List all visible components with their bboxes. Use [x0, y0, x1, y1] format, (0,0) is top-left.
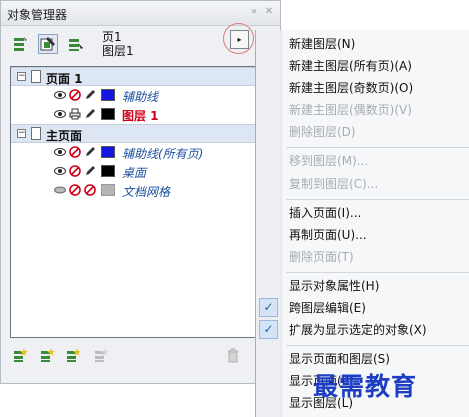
pencil-icon[interactable] [84, 146, 96, 158]
pencil-icon[interactable] [84, 108, 96, 120]
menu-item-delete-layer[interactable]: 删除图层(D) [289, 123, 466, 141]
eye-icon[interactable] [54, 165, 66, 177]
docker-bottom-toolbar [1, 345, 280, 367]
menu-separator [286, 345, 469, 346]
layer-manager-view-icon[interactable] [65, 34, 85, 54]
printer-icon[interactable] [69, 108, 81, 120]
close-docker-icon[interactable]: ✕ [263, 6, 275, 17]
layer-name: 图层 1 [122, 109, 159, 123]
flyout-context-menu: 新建图层(N) 新建主图层(所有页)(A) 新建主图层(奇数页)(O) 新建主图… [255, 30, 469, 417]
pencil-icon[interactable] [84, 165, 96, 177]
current-page-info: 页1 图层1 [102, 30, 134, 58]
show-object-properties-icon[interactable] [10, 34, 30, 54]
layer-color-swatch[interactable] [101, 146, 115, 158]
layer-name: 辅助线 [122, 90, 159, 104]
menu-item-new-layer[interactable]: 新建图层(N) [289, 35, 466, 53]
page-icon [31, 70, 41, 83]
eye-icon[interactable] [54, 146, 66, 158]
tree-layer-row[interactable]: 文档网格 [11, 181, 265, 200]
new-master-layer-odd-icon[interactable] [65, 347, 81, 363]
menu-icon-gutter [256, 30, 282, 417]
current-layer-label: 图层1 [102, 44, 134, 58]
docker-title: 对象管理器 [7, 8, 68, 22]
pencil-icon[interactable] [84, 89, 96, 101]
checkmark-icon: ✓ [259, 298, 278, 317]
menu-item-copy-to-layer[interactable]: 复制到图层(C)... [289, 175, 466, 193]
current-page-label: 页1 [102, 30, 122, 44]
tree-page-row[interactable]: − 主页面 [11, 124, 265, 143]
menu-separator [286, 199, 469, 200]
delete-layer-icon[interactable] [225, 347, 241, 363]
tree-layer-row[interactable]: 辅助线(所有页) [11, 143, 265, 162]
print-disabled-icon[interactable] [69, 165, 81, 177]
layer-color-swatch[interactable] [101, 89, 115, 101]
layer-color-swatch[interactable] [101, 165, 115, 177]
menu-item-show-pages-and-layers[interactable]: 显示页面和图层(S) [289, 350, 466, 368]
eye-closed-icon[interactable] [54, 184, 66, 196]
cross-layer-edit-icon[interactable] [38, 34, 58, 54]
collapse-icon[interactable]: − [17, 129, 26, 138]
eye-icon[interactable] [54, 89, 66, 101]
menu-item-new-master-layer-even[interactable]: 新建主图层(偶数页)(V) [289, 101, 466, 119]
menu-item-new-master-layer-odd[interactable]: 新建主图层(奇数页)(O) [289, 79, 466, 97]
menu-separator [286, 147, 469, 148]
page-icon [31, 127, 41, 140]
layer-name: 文档网格 [122, 185, 171, 199]
new-layer-icon[interactable] [12, 347, 28, 363]
menu-item-new-master-layer-all[interactable]: 新建主图层(所有页)(A) [289, 57, 466, 75]
new-master-layer-icon[interactable] [39, 347, 55, 363]
layer-name: 桌面 [122, 166, 147, 180]
collapse-docker-icon[interactable]: » [248, 6, 260, 17]
layer-name: 辅助线(所有页) [122, 147, 204, 161]
collapse-icon[interactable]: − [17, 72, 26, 81]
print-disabled-icon[interactable] [69, 89, 81, 101]
page-label: 页面 1 [46, 72, 83, 86]
tree-page-row[interactable]: − 页面 1 [11, 67, 265, 86]
tree-layer-row[interactable]: 桌面 [11, 162, 265, 181]
menu-item-duplicate-page[interactable]: 再制页面(U)... [289, 226, 466, 244]
layer-tree: − 页面 1 辅助线 图层 1 − 主页面 辅助线(所有页) 桌面 文档网格 [10, 66, 266, 338]
pencil-locked-icon[interactable] [84, 184, 96, 196]
object-manager-docker: 对象管理器 » ✕ 页1 图层1 ▸ − 页面 1 辅助线 图层 1 − 主页面… [0, 0, 281, 384]
menu-item-show-object-properties[interactable]: 显示对象属性(H) [289, 277, 466, 295]
new-master-layer-even-icon[interactable] [93, 347, 109, 363]
print-disabled-icon[interactable] [69, 146, 81, 158]
menu-item-move-to-layer[interactable]: 移到图层(M)... [289, 152, 466, 170]
tree-layer-row[interactable]: 辅助线 [11, 86, 265, 105]
layer-color-swatch[interactable] [101, 184, 115, 196]
checkmark-icon: ✓ [259, 320, 278, 339]
layer-color-swatch[interactable] [101, 108, 115, 120]
menu-item-expand-to-show-selected[interactable]: 扩展为显示选定的对象(X) [289, 321, 466, 339]
page-label: 主页面 [46, 129, 83, 143]
tree-layer-row[interactable]: 图层 1 [11, 105, 265, 124]
menu-separator [286, 272, 469, 273]
menu-item-insert-page[interactable]: 插入页面(I)... [289, 204, 466, 222]
menu-item-edit-across-layers[interactable]: 跨图层编辑(E) [289, 299, 466, 317]
print-disabled-icon[interactable] [69, 184, 81, 196]
eye-icon[interactable] [54, 108, 66, 120]
watermark-text: 最需教育 [313, 372, 418, 401]
menu-item-delete-page[interactable]: 删除页面(T) [289, 248, 466, 266]
flyout-menu-button[interactable]: ▸ [230, 30, 249, 49]
